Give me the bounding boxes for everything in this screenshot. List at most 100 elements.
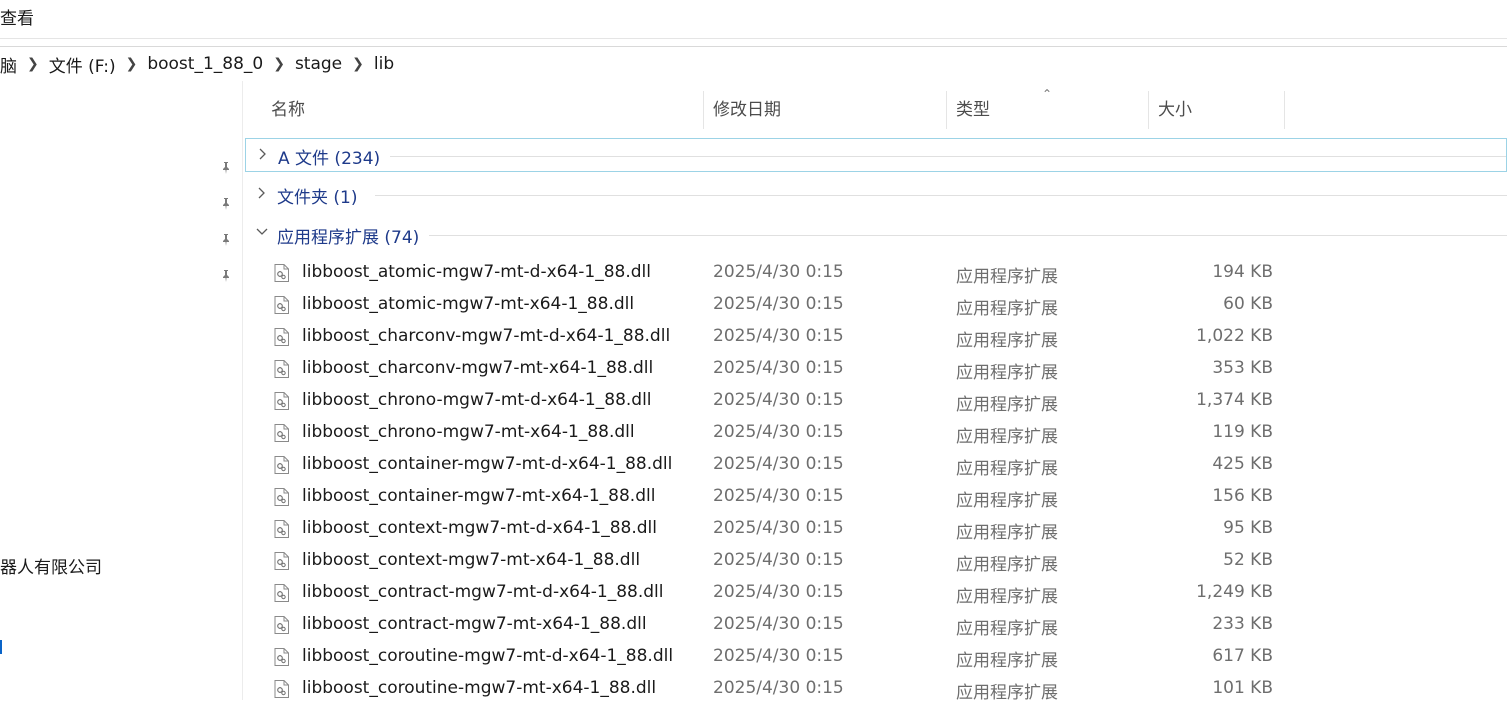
breadcrumb-item-lib[interactable]: lib: [368, 54, 400, 74]
dll-file-icon: [274, 584, 289, 602]
file-type: 应用程序扩展: [956, 523, 1058, 543]
sort-ascending-icon: ⌃: [1042, 87, 1053, 101]
dll-file-icon: [274, 552, 289, 570]
file-name: libboost_container-mgw7-mt-d-x64-1_88.dl…: [302, 454, 673, 474]
file-type: 应用程序扩展: [956, 395, 1058, 415]
dll-file-icon: [274, 680, 289, 698]
table-row[interactable]: libboost_charconv-mgw7-mt-x64-1_88.dll 20…: [243, 352, 1507, 384]
column-header-size[interactable]: 大小: [1158, 91, 1192, 129]
file-size: 194 KB: [1212, 262, 1273, 282]
group-header-folders[interactable]: 文件夹 (1): [245, 178, 1507, 212]
breadcrumb-item-stage[interactable]: stage: [289, 54, 348, 74]
file-size: 119 KB: [1212, 422, 1273, 442]
file-size: 1,022 KB: [1196, 326, 1273, 346]
pin-icon[interactable]: [219, 161, 233, 175]
chevron-right-icon[interactable]: [258, 147, 268, 165]
file-name: libboost_coroutine-mgw7-mt-d-x64-1_88.dl…: [302, 646, 674, 666]
pin-icon[interactable]: [219, 233, 233, 247]
table-row[interactable]: libboost_container-mgw7-mt-x64-1_88.dll 2…: [243, 480, 1507, 512]
file-date: 2025/4/30 0:15: [713, 614, 844, 634]
group-header-app-extensions[interactable]: 应用程序扩展 (74): [245, 218, 1507, 252]
file-type: 应用程序扩展: [956, 299, 1058, 319]
table-row[interactable]: libboost_coroutine-mgw7-mt-d-x64-1_88.dl…: [243, 640, 1507, 672]
group-header-a-files[interactable]: A 文件 (234): [245, 138, 1507, 172]
file-type: 应用程序扩展: [956, 587, 1058, 607]
column-divider[interactable]: [703, 91, 704, 129]
file-size: 425 KB: [1212, 454, 1273, 474]
table-row[interactable]: libboost_context-mgw7-mt-x64-1_88.dll 202…: [243, 544, 1507, 576]
column-header-date[interactable]: 修改日期: [713, 91, 781, 129]
file-name: libboost_context-mgw7-mt-d-x64-1_88.dll: [302, 518, 657, 538]
file-date: 2025/4/30 0:15: [713, 262, 844, 282]
pin-icon[interactable]: [219, 197, 233, 211]
table-row[interactable]: libboost_contract-mgw7-mt-x64-1_88.dll 20…: [243, 608, 1507, 640]
chevron-right-icon[interactable]: [257, 186, 267, 204]
dll-file-icon: [274, 424, 289, 442]
group-label: 应用程序扩展 (74): [277, 223, 430, 248]
file-date: 2025/4/30 0:15: [713, 518, 844, 538]
breadcrumb-item-boost[interactable]: boost_1_88_0: [141, 54, 269, 74]
nav-selection-marker: [0, 640, 2, 654]
file-size: 1,249 KB: [1196, 582, 1273, 602]
file-size: 52 KB: [1223, 550, 1273, 570]
group-divider-line: [376, 156, 1506, 157]
file-name: libboost_contract-mgw7-mt-d-x64-1_88.dll: [302, 582, 664, 602]
dll-file-icon: [274, 264, 289, 282]
file-name: libboost_charconv-mgw7-mt-d-x64-1_88.dll: [302, 326, 671, 346]
table-row[interactable]: libboost_coroutine-mgw7-mt-x64-1_88.dll 2…: [243, 672, 1507, 704]
table-row[interactable]: libboost_contract-mgw7-mt-d-x64-1_88.dll…: [243, 576, 1507, 608]
file-name: libboost_chrono-mgw7-mt-d-x64-1_88.dll: [302, 390, 652, 410]
chevron-right-icon[interactable]: ❯: [348, 56, 368, 72]
dll-file-icon: [274, 296, 289, 314]
file-name: libboost_context-mgw7-mt-x64-1_88.dll: [302, 550, 641, 570]
file-date: 2025/4/30 0:15: [713, 294, 844, 314]
ribbon: 查看: [0, 0, 1507, 39]
column-header-type[interactable]: 类型: [956, 91, 990, 129]
file-size: 353 KB: [1212, 358, 1273, 378]
navigation-pane: 器人有限公司: [0, 81, 243, 700]
file-date: 2025/4/30 0:15: [713, 678, 844, 698]
table-row[interactable]: libboost_atomic-mgw7-mt-d-x64-1_88.dll 20…: [243, 256, 1507, 288]
chevron-down-icon[interactable]: [255, 226, 269, 242]
file-type: 应用程序扩展: [956, 267, 1058, 287]
file-size: 101 KB: [1212, 678, 1273, 698]
file-date: 2025/4/30 0:15: [713, 390, 844, 410]
file-name: libboost_atomic-mgw7-mt-x64-1_88.dll: [302, 294, 635, 314]
file-name: libboost_charconv-mgw7-mt-x64-1_88.dll: [302, 358, 654, 378]
table-row[interactable]: libboost_charconv-mgw7-mt-d-x64-1_88.dll…: [243, 320, 1507, 352]
pin-icon[interactable]: [219, 269, 233, 283]
file-size: 156 KB: [1212, 486, 1273, 506]
column-divider[interactable]: [1284, 91, 1285, 129]
chevron-right-icon[interactable]: ❯: [269, 56, 289, 72]
breadcrumb-item-drive[interactable]: 文件 (F:): [43, 52, 122, 77]
column-divider[interactable]: [946, 91, 947, 129]
breadcrumb-item-computer[interactable]: 脑: [0, 52, 23, 77]
nav-item-company[interactable]: 器人有限公司: [0, 553, 102, 578]
table-row[interactable]: libboost_atomic-mgw7-mt-x64-1_88.dll 2025…: [243, 288, 1507, 320]
table-row[interactable]: libboost_context-mgw7-mt-d-x64-1_88.dll 2…: [243, 512, 1507, 544]
file-date: 2025/4/30 0:15: [713, 422, 844, 442]
ribbon-tab-view[interactable]: 查看: [0, 6, 34, 32]
table-row[interactable]: libboost_chrono-mgw7-mt-d-x64-1_88.dll 20…: [243, 384, 1507, 416]
column-divider[interactable]: [1148, 91, 1149, 129]
file-name: libboost_container-mgw7-mt-x64-1_88.dll: [302, 486, 656, 506]
file-size: 60 KB: [1223, 294, 1273, 314]
group-divider-line: [375, 235, 1507, 236]
file-date: 2025/4/30 0:15: [713, 326, 844, 346]
chevron-right-icon[interactable]: ❯: [23, 56, 43, 72]
dll-file-icon: [274, 456, 289, 474]
file-name: libboost_chrono-mgw7-mt-x64-1_88.dll: [302, 422, 635, 442]
column-header-name[interactable]: 名称: [271, 91, 305, 129]
file-date: 2025/4/30 0:15: [713, 486, 844, 506]
file-type: 应用程序扩展: [956, 555, 1058, 575]
table-row[interactable]: libboost_container-mgw7-mt-d-x64-1_88.dl…: [243, 448, 1507, 480]
address-bar[interactable]: 脑 ❯ 文件 (F:) ❯ boost_1_88_0 ❯ stage ❯ lib: [0, 46, 1507, 82]
file-date: 2025/4/30 0:15: [713, 646, 844, 666]
file-name: libboost_coroutine-mgw7-mt-x64-1_88.dll: [302, 678, 657, 698]
file-type: 应用程序扩展: [956, 427, 1058, 447]
group-label: 文件夹 (1): [277, 183, 368, 208]
dll-file-icon: [274, 392, 289, 410]
chevron-right-icon[interactable]: ❯: [122, 56, 142, 72]
table-row[interactable]: libboost_chrono-mgw7-mt-x64-1_88.dll 2025…: [243, 416, 1507, 448]
file-date: 2025/4/30 0:15: [713, 582, 844, 602]
